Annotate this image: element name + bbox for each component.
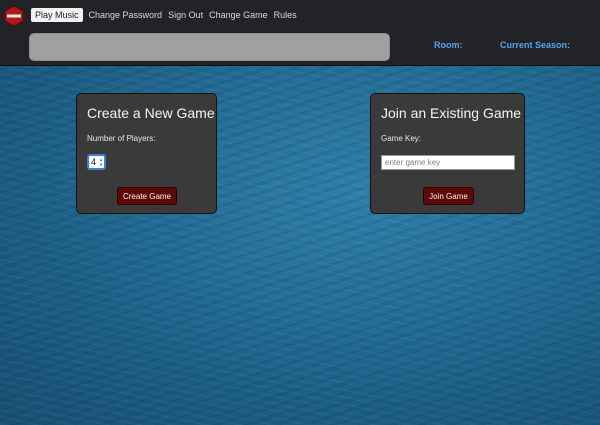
create-game-title: Create a New Game (87, 105, 215, 121)
game-key-label: Game Key: (381, 134, 422, 143)
join-game-button[interactable]: Join Game (423, 187, 474, 205)
red-hexagon-logo-icon[interactable] (3, 5, 25, 27)
room-label: Room: (434, 40, 463, 50)
create-game-panel: Create a New Game Number of Players: 4 ▲… (76, 93, 217, 214)
create-game-button[interactable]: Create Game (117, 187, 177, 205)
sign-out-link[interactable]: Sign Out (166, 8, 205, 22)
message-bar[interactable] (29, 33, 390, 61)
rules-link[interactable]: Rules (272, 8, 299, 22)
game-key-input[interactable] (381, 155, 515, 170)
change-game-link[interactable]: Change Game (207, 8, 270, 22)
nav-links: Play Music Change Password Sign Out Chan… (31, 8, 301, 22)
join-game-panel: Join an Existing Game Game Key: Join Gam… (370, 93, 525, 214)
current-season-label: Current Season: (500, 40, 571, 50)
play-music-button[interactable]: Play Music (31, 8, 83, 22)
join-game-title: Join an Existing Game (381, 105, 522, 121)
number-of-players-label: Number of Players: (87, 134, 156, 143)
top-navbar: Play Music Change Password Sign Out Chan… (0, 0, 600, 66)
stepper-arrows-icon[interactable]: ▲ ▼ (99, 157, 103, 167)
players-value: 4 (91, 157, 97, 167)
change-password-link[interactable]: Change Password (87, 8, 165, 22)
number-of-players-stepper[interactable]: 4 ▲ ▼ (87, 154, 106, 170)
